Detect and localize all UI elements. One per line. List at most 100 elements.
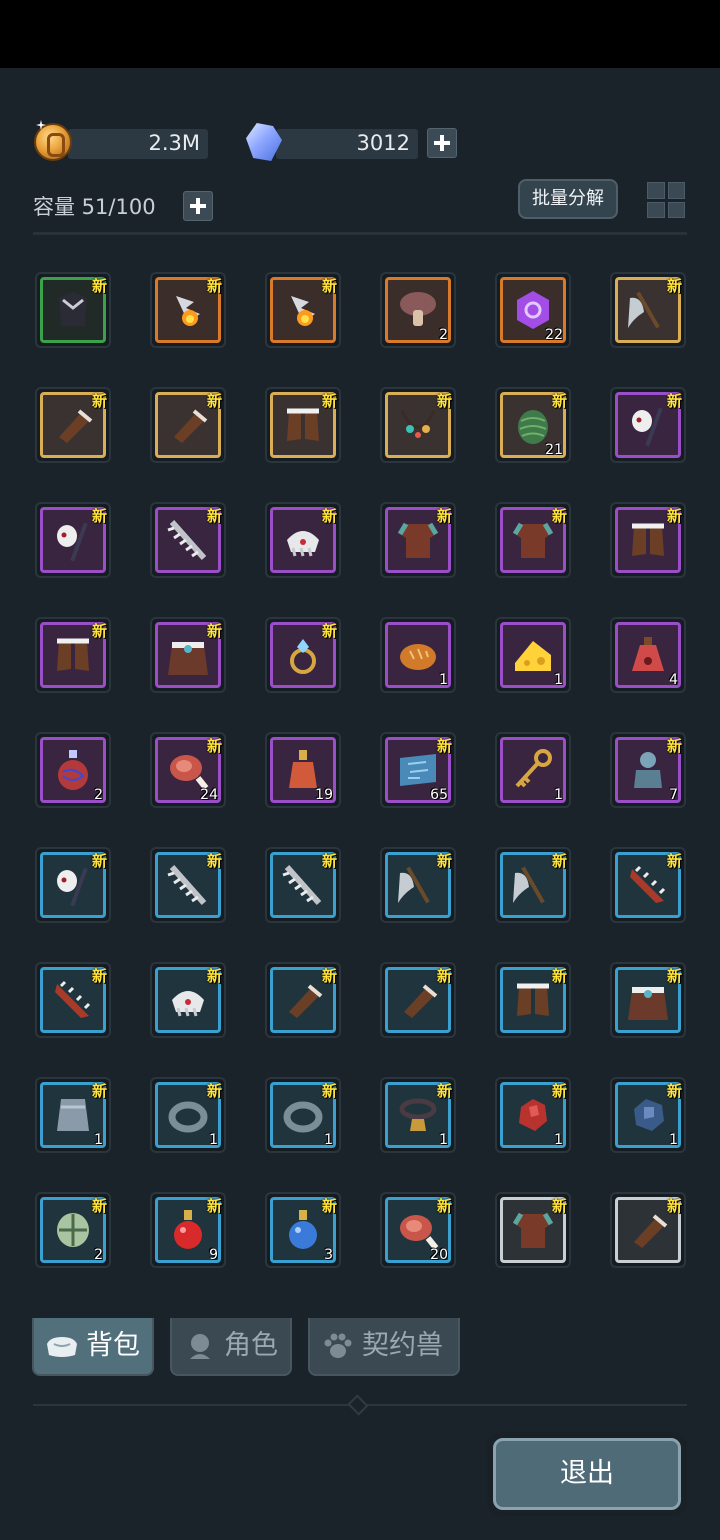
new-badge: 新 xyxy=(551,1197,567,1215)
capacity-label: 容量 51/100 xyxy=(33,195,156,219)
inventory-slot[interactable]: 1 xyxy=(495,732,571,808)
horn-shard-icon xyxy=(291,296,315,326)
new-badge: 新 xyxy=(91,507,107,525)
fur-cloak-icon xyxy=(628,987,668,1020)
horn-shard-icon xyxy=(176,296,200,326)
inventory-slot[interactable]: 新1 xyxy=(495,1077,571,1153)
new-badge: 新 xyxy=(436,967,452,985)
inventory-slot[interactable]: 新1 xyxy=(610,1077,686,1153)
inventory-slot[interactable]: 2 xyxy=(35,732,111,808)
inventory-slot[interactable]: 新 xyxy=(265,272,341,348)
bell-collar-icon xyxy=(399,1098,437,1131)
inventory-slot[interactable]: 新 xyxy=(35,962,111,1038)
cheese-icon xyxy=(515,641,551,671)
item-quantity: 24 xyxy=(200,787,218,803)
inventory-slot[interactable]: 新 xyxy=(265,962,341,1038)
inventory-slot[interactable]: 2 xyxy=(380,272,456,348)
new-badge: 新 xyxy=(551,507,567,525)
inventory-slot[interactable]: 19 xyxy=(265,732,341,808)
inventory-slot[interactable]: 新3 xyxy=(265,1192,341,1268)
inventory-slot[interactable]: 新 xyxy=(495,502,571,578)
inventory-slot[interactable]: 新 xyxy=(35,387,111,463)
inventory-slot[interactable]: 新 xyxy=(610,962,686,1038)
new-badge: 新 xyxy=(666,737,682,755)
inventory-slot[interactable]: 1 xyxy=(495,617,571,693)
purple-rune-icon xyxy=(517,291,549,329)
new-badge: 新 xyxy=(206,507,222,525)
inventory-slot[interactable]: 新 xyxy=(150,272,226,348)
divider xyxy=(33,232,687,235)
inventory-slot[interactable]: 新 xyxy=(380,502,456,578)
bulk-decompose-button[interactable]: 批量分解 xyxy=(518,179,618,219)
new-badge: 新 xyxy=(91,277,107,295)
inventory-slot[interactable]: 新 xyxy=(495,962,571,1038)
inventory-slot[interactable]: 新2 xyxy=(35,1192,111,1268)
inventory-slot[interactable]: 22 xyxy=(495,272,571,348)
inventory-slot[interactable]: 新 xyxy=(380,387,456,463)
chest-armor-icon xyxy=(59,292,87,326)
inventory-slot[interactable]: 新1 xyxy=(150,1077,226,1153)
inventory-slot[interactable]: 新 xyxy=(150,617,226,693)
item-quantity: 9 xyxy=(209,1247,218,1263)
inventory-slot[interactable]: 新 21 xyxy=(495,387,571,463)
new-badge: 新 xyxy=(666,1082,682,1100)
inventory-slot[interactable]: 新 xyxy=(150,502,226,578)
inventory-slot[interactable]: 新 65 xyxy=(380,732,456,808)
new-badge: 新 xyxy=(666,852,682,870)
gold-value: 2.3M xyxy=(148,131,200,155)
gem-value: 3012 xyxy=(356,131,410,155)
item-quantity: 2 xyxy=(94,787,103,803)
ornate-potion-icon xyxy=(58,750,88,790)
inventory-slot[interactable]: 新 xyxy=(610,387,686,463)
fur-boots-icon xyxy=(57,638,89,671)
new-badge: 新 xyxy=(206,1082,222,1100)
bracer-icon xyxy=(634,1214,668,1248)
inventory-slot[interactable]: 新 xyxy=(35,617,111,693)
inventory-slot[interactable]: 新 xyxy=(35,502,111,578)
inventory-slot[interactable]: 新 xyxy=(610,847,686,923)
new-badge: 新 xyxy=(206,967,222,985)
inventory-slot[interactable]: 新1 xyxy=(265,1077,341,1153)
spine-blade-icon xyxy=(167,865,207,905)
inventory-slot[interactable]: 新 xyxy=(610,502,686,578)
tab-contract-beast[interactable]: 契约兽 xyxy=(308,1318,460,1376)
blue-ore-icon xyxy=(634,1099,664,1131)
inventory-slot[interactable]: 新7 xyxy=(610,732,686,808)
tab-contract-beast-label: 契约兽 xyxy=(362,1330,443,1361)
tab-bag[interactable]: 背包 xyxy=(32,1318,154,1376)
inventory-slot[interactable]: 新 xyxy=(265,847,341,923)
inventory-slot[interactable]: 新 xyxy=(265,617,341,693)
new-badge: 新 xyxy=(436,1197,452,1215)
tab-character[interactable]: 角色 xyxy=(170,1318,292,1376)
inventory-slot[interactable]: 1 xyxy=(380,617,456,693)
inventory-slot[interactable]: 新 xyxy=(380,847,456,923)
inventory-slot[interactable]: 新 xyxy=(150,962,226,1038)
item-quantity: 1 xyxy=(209,1132,218,1148)
meat-icon xyxy=(400,1215,439,1250)
skull-staff-icon xyxy=(632,407,663,447)
exit-button[interactable]: 退出 xyxy=(487,1432,687,1516)
inventory-slot[interactable]: 新 xyxy=(495,847,571,923)
inventory-slot[interactable]: 新1 xyxy=(35,1077,111,1153)
fur-boots-icon xyxy=(517,983,549,1016)
grid-cell-icon xyxy=(647,201,665,218)
inventory-slot[interactable]: 新 xyxy=(495,1192,571,1268)
inventory-slot[interactable]: 新 xyxy=(150,847,226,923)
inventory-slot[interactable]: 新9 xyxy=(150,1192,226,1268)
inventory-slot[interactable]: 新 xyxy=(265,502,341,578)
inventory-slot[interactable]: 新 xyxy=(380,962,456,1038)
add-gem-button[interactable] xyxy=(427,128,457,158)
inventory-slot[interactable]: 新 xyxy=(35,272,111,348)
item-quantity: 21 xyxy=(545,442,563,458)
inventory-slot[interactable]: 4 xyxy=(610,617,686,693)
inventory-slot[interactable]: 新 xyxy=(35,847,111,923)
inventory-slot[interactable]: 新 20 xyxy=(380,1192,456,1268)
inventory-slot[interactable]: 新 xyxy=(610,1192,686,1268)
inventory-slot[interactable]: 新1 xyxy=(380,1077,456,1153)
inventory-slot[interactable]: 新 xyxy=(150,387,226,463)
expand-capacity-button[interactable] xyxy=(183,191,213,221)
inventory-slot[interactable]: 新 xyxy=(610,272,686,348)
grid-view-toggle[interactable] xyxy=(647,182,685,218)
inventory-slot[interactable]: 新 xyxy=(265,387,341,463)
inventory-slot[interactable]: 新 24 xyxy=(150,732,226,808)
